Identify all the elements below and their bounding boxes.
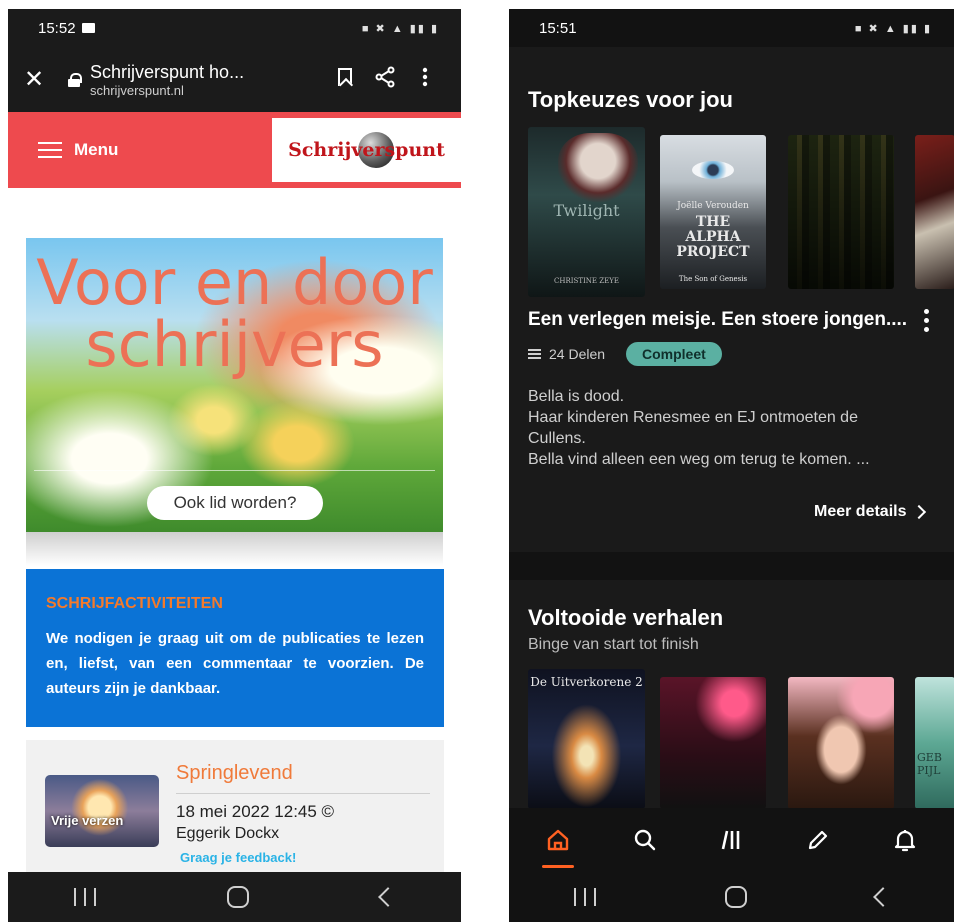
book-cover[interactable] bbox=[660, 677, 766, 809]
cover-title: Twilight bbox=[553, 201, 620, 220]
bookmark-icon[interactable] bbox=[325, 67, 365, 92]
site-header: Menu Schrijverspunt bbox=[8, 112, 461, 188]
browser-toolbar: ✕ Schrijverspunt ho... schrijverspunt.nl bbox=[8, 47, 461, 112]
book-cover[interactable] bbox=[788, 677, 894, 809]
feedback-link[interactable]: Graag je feedback! bbox=[180, 850, 296, 865]
top-picks-title: Topkeuzes voor jou bbox=[528, 87, 733, 112]
post-date: 18 mei 2022 12:45 © bbox=[176, 802, 335, 821]
activities-text: We nodigen je graag uit om de publicatie… bbox=[46, 630, 424, 697]
app-tab-bar bbox=[509, 808, 954, 872]
gallery-notification-icon bbox=[81, 23, 95, 33]
cover-eye bbox=[692, 161, 734, 179]
activities-title: SCHRIJFACTIVITEITEN bbox=[46, 595, 223, 612]
system-nav-bar bbox=[509, 872, 954, 922]
tab-home[interactable] bbox=[536, 818, 580, 868]
status-bar: 15:52 ■ ✖ ▲ ▮▮ ▮ bbox=[8, 9, 461, 47]
description-line: Bella vind alleen een weg om terug te ko… bbox=[528, 451, 870, 468]
left-phone-screen: 15:52 ■ ✖ ▲ ▮▮ ▮ ✕ Schrijverspunt ho... … bbox=[8, 9, 461, 922]
home-nav-icon[interactable] bbox=[724, 886, 747, 908]
post-card[interactable]: Vrije verzen Springlevend 18 mei 2022 12… bbox=[26, 740, 444, 890]
completed-subtitle: Binge van start tot finish bbox=[528, 636, 699, 653]
back-nav-icon[interactable] bbox=[378, 887, 399, 907]
book-cover[interactable]: Joëlle Verouden THE ALPHA PROJECT The So… bbox=[660, 135, 766, 289]
completed-title: Voltooide verhalen bbox=[528, 605, 724, 630]
book-cover[interactable]: GEB PIJL bbox=[915, 677, 954, 809]
url-block[interactable]: Schrijverspunt ho... schrijverspunt.nl bbox=[90, 62, 325, 98]
top-picks-row: Twilight CHRISTINE ZEYE Joëlle Verouden … bbox=[528, 127, 954, 297]
cover-title: GEB PIJL bbox=[917, 751, 942, 777]
cover-title: THE ALPHA PROJECT bbox=[676, 214, 750, 260]
page-title: Schrijverspunt ho... bbox=[90, 61, 245, 82]
post-thumbnail[interactable]: Vrije verzen bbox=[45, 775, 159, 847]
story-options-icon[interactable] bbox=[921, 309, 931, 332]
status-bar: 15:51 ■ ✖ ▲ ▮▮ ▮ bbox=[509, 9, 954, 47]
thumbnail-label: Vrije verzen bbox=[51, 813, 124, 828]
right-phone-screen: 15:51 ■ ✖ ▲ ▮▮ ▮ Topkeuzes voor jou Twil… bbox=[509, 9, 954, 922]
more-options-icon[interactable] bbox=[405, 67, 445, 93]
close-tab-icon[interactable]: ✕ bbox=[24, 65, 54, 94]
cover-title: De Uitverkorene 2 bbox=[530, 675, 643, 689]
recent-apps-icon[interactable] bbox=[73, 888, 96, 906]
tab-notifications[interactable] bbox=[883, 818, 927, 862]
home-nav-icon[interactable] bbox=[227, 886, 250, 908]
description-line: Haar kinderen Renesmee en EJ ontmoeten d… bbox=[528, 409, 858, 426]
hero-title: Voor en door schrijvers bbox=[36, 246, 433, 381]
recent-apps-icon[interactable] bbox=[573, 888, 596, 906]
site-logo[interactable]: Schrijverspunt bbox=[272, 118, 461, 182]
description-line: Cullens. bbox=[528, 430, 586, 447]
hamburger-icon bbox=[38, 142, 62, 158]
book-cover[interactable] bbox=[915, 135, 954, 289]
search-icon bbox=[634, 829, 656, 851]
back-nav-icon[interactable] bbox=[872, 887, 893, 907]
hero-banner: Voor en door schrijvers Ook lid worden? bbox=[26, 238, 443, 532]
logo-text: Schrijverspunt bbox=[288, 139, 445, 161]
menu-button[interactable]: Menu bbox=[38, 140, 118, 160]
tab-write[interactable] bbox=[796, 818, 840, 862]
story-title[interactable]: Een verlegen meisje. Een stoere jongen..… bbox=[528, 309, 908, 331]
more-details-label: Meer details bbox=[814, 503, 907, 520]
lock-icon bbox=[68, 72, 82, 87]
page-domain: schrijverspunt.nl bbox=[90, 82, 184, 98]
status-time: 15:52 bbox=[38, 19, 76, 37]
menu-label: Menu bbox=[74, 140, 119, 159]
book-cover[interactable]: Twilight CHRISTINE ZEYE bbox=[528, 127, 645, 297]
complete-badge: Compleet bbox=[626, 342, 722, 366]
section-divider bbox=[509, 552, 954, 580]
book-cover[interactable] bbox=[788, 135, 894, 289]
write-icon bbox=[808, 830, 828, 850]
active-tab-indicator bbox=[542, 865, 575, 868]
list-icon bbox=[528, 349, 541, 359]
cover-subtitle: The Son of Genesis bbox=[678, 275, 748, 283]
hero-divider bbox=[34, 470, 435, 471]
system-nav-bar bbox=[8, 872, 461, 922]
more-details-link[interactable]: Meer details bbox=[814, 503, 927, 521]
parts-count: 24 Delen bbox=[528, 346, 605, 362]
notifications-icon bbox=[894, 830, 915, 852]
library-icon bbox=[722, 830, 740, 850]
post-author: Eggerik Dockx bbox=[176, 825, 280, 842]
story-description: Bella is dood. Haar kinderen Renesmee en… bbox=[528, 386, 928, 470]
hero-shadow bbox=[26, 532, 443, 566]
tab-search[interactable] bbox=[623, 818, 667, 862]
post-title[interactable]: Springlevend bbox=[176, 762, 293, 785]
home-icon bbox=[548, 829, 569, 851]
join-button[interactable]: Ook lid worden? bbox=[147, 486, 323, 520]
tab-library[interactable] bbox=[709, 818, 753, 862]
parts-label: 24 Delen bbox=[549, 346, 606, 362]
chevron-right-icon bbox=[912, 504, 927, 520]
cover-author: Joëlle Verouden bbox=[677, 201, 749, 211]
status-time: 15:51 bbox=[539, 19, 577, 37]
description-line: Bella is dood. bbox=[528, 388, 625, 405]
cover-face bbox=[558, 133, 638, 203]
status-icons: ■ ✖ ▲ ▮▮ ▮ bbox=[361, 22, 439, 35]
book-cover[interactable]: De Uitverkorene 2 bbox=[528, 669, 645, 809]
post-divider bbox=[176, 793, 430, 794]
cover-author: CHRISTINE ZEYE bbox=[554, 277, 619, 285]
activities-box: SCHRIJFACTIVITEITEN We nodigen je graag … bbox=[26, 569, 444, 727]
status-icons: ■ ✖ ▲ ▮▮ ▮ bbox=[854, 22, 932, 35]
share-icon[interactable] bbox=[365, 66, 405, 94]
